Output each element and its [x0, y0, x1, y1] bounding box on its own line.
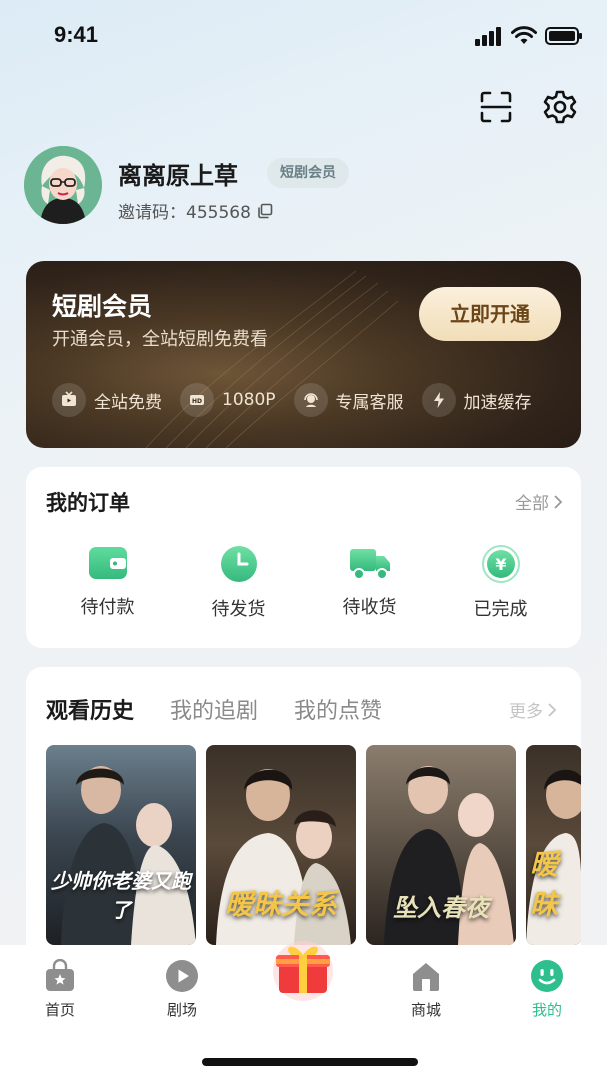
orders-card: 我的订单 全部 待付款 待发货 待收货 ¥ 已完成 — [26, 467, 581, 648]
house-icon — [413, 963, 439, 991]
drama-poster[interactable]: 暧昧关系 — [206, 745, 356, 945]
invite-code: 邀请码：455568 — [118, 198, 273, 223]
tab-label: 剧场 — [166, 1001, 197, 1019]
tab-theater[interactable]: 剧场 — [142, 959, 222, 1020]
orders-all-label: 全部 — [515, 494, 549, 514]
history-card: 观看历史 我的追剧 我的点赞 更多 少帅你老婆又跑了 暧昧关系 坠入春夜 暧昧 — [26, 667, 581, 967]
order-pending-shipment[interactable]: 待发货 — [173, 545, 304, 621]
chevron-right-icon — [548, 702, 557, 717]
username: 离离原上草 — [118, 162, 238, 190]
top-actions — [477, 88, 579, 126]
tab-watch-history[interactable]: 观看历史 — [46, 693, 134, 725]
status-time: 9:41 — [54, 22, 99, 47]
status-bar: 9:41 — [0, 0, 607, 72]
order-label: 待发货 — [211, 599, 266, 620]
order-pending-payment[interactable]: 待付款 — [42, 545, 173, 621]
member-badge: 短剧会员 — [267, 158, 349, 188]
history-more-link[interactable]: 更多 — [509, 697, 557, 722]
avatar[interactable] — [24, 146, 102, 224]
truck-icon — [349, 549, 390, 580]
vip-subtitle: 开通会员，全站短剧免费看 — [52, 329, 268, 350]
order-label: 待收货 — [342, 597, 397, 618]
clock-icon — [220, 546, 257, 582]
tv-icon — [52, 383, 86, 417]
order-status-row: 待付款 待发货 待收货 ¥ 已完成 — [26, 545, 581, 621]
smile-face-icon — [531, 960, 563, 992]
perk-label: 专属客服 — [335, 392, 404, 413]
tab-label: 我的 — [531, 1001, 562, 1019]
tab-my-likes[interactable]: 我的点赞 — [294, 693, 382, 725]
vip-perks: 全站免费 HD 1080P 专属客服 加速缓存 — [52, 383, 532, 417]
tab-mall[interactable]: 商城 — [386, 959, 466, 1020]
perk-free: 全站免费 — [52, 383, 162, 417]
lightning-icon — [421, 383, 456, 417]
settings-button[interactable] — [541, 88, 579, 126]
orders-all-link[interactable]: 全部 — [515, 489, 563, 514]
poster-list: 少帅你老婆又跑了 暧昧关系 坠入春夜 暧昧 — [46, 745, 581, 945]
tab-home[interactable]: 首页 — [20, 959, 100, 1020]
poster-title: 暧昧 — [530, 848, 559, 921]
order-completed[interactable]: ¥ 已完成 — [435, 545, 566, 621]
order-label: 待付款 — [80, 597, 135, 618]
chevron-right-icon — [554, 494, 563, 509]
tab-following-dramas[interactable]: 我的追剧 — [170, 693, 258, 725]
yen-coin-icon: ¥ — [481, 545, 520, 583]
scan-icon — [480, 91, 512, 123]
perk-service: 专属客服 — [293, 383, 404, 417]
poster-title: 少帅你老婆又跑了 — [51, 869, 191, 922]
poster-title: 暧昧关系 — [224, 888, 337, 921]
profile-section: 离离原上草 短剧会员 邀请码：455568 — [24, 146, 584, 226]
shopping-bag-icon — [46, 959, 74, 991]
drama-poster[interactable]: 暧昧 — [526, 745, 581, 945]
orders-title: 我的订单 — [46, 491, 130, 515]
open-membership-button[interactable]: 立即开通 — [419, 287, 561, 341]
hd-icon: HD — [180, 383, 214, 417]
drama-poster[interactable]: 少帅你老婆又跑了 — [46, 745, 196, 945]
gift-button[interactable] — [267, 933, 339, 1005]
svg-text:¥: ¥ — [495, 555, 506, 574]
gear-icon — [543, 90, 577, 124]
history-more-label: 更多 — [509, 702, 543, 722]
home-indicator — [202, 1058, 418, 1066]
headset-icon — [293, 383, 328, 417]
vip-membership-card[interactable]: 短剧会员 开通会员，全站短剧免费看 立即开通 全站免费 HD 1080P 专属客… — [26, 261, 581, 448]
perk-label: 1080P — [222, 390, 276, 410]
vip-title: 短剧会员 — [52, 292, 153, 321]
wifi-icon — [511, 26, 537, 44]
scan-button[interactable] — [477, 88, 515, 126]
status-icons — [475, 26, 583, 46]
copy-icon[interactable] — [257, 203, 273, 219]
gift-icon — [273, 941, 333, 1001]
tab-label: 商城 — [410, 1001, 441, 1019]
battery-icon — [545, 27, 582, 45]
tab-mine[interactable]: 我的 — [507, 959, 587, 1020]
wallet-icon — [88, 547, 127, 579]
tab-label: 首页 — [44, 1001, 75, 1019]
svg-text:HD: HD — [192, 398, 202, 405]
invite-code-text: 邀请码：455568 — [118, 203, 251, 223]
play-icon — [166, 960, 198, 992]
perk-cache: 加速缓存 — [421, 383, 532, 417]
drama-poster[interactable]: 坠入春夜 — [366, 745, 516, 945]
order-label: 已完成 — [473, 599, 528, 620]
signal-icon — [475, 27, 501, 46]
order-pending-receipt[interactable]: 待收货 — [304, 545, 435, 621]
poster-title: 坠入春夜 — [393, 894, 489, 922]
perk-hd: HD 1080P — [180, 383, 276, 417]
perk-label: 加速缓存 — [463, 392, 532, 413]
history-tabs: 观看历史 我的追剧 我的点赞 — [46, 693, 382, 725]
perk-label: 全站免费 — [94, 392, 162, 413]
